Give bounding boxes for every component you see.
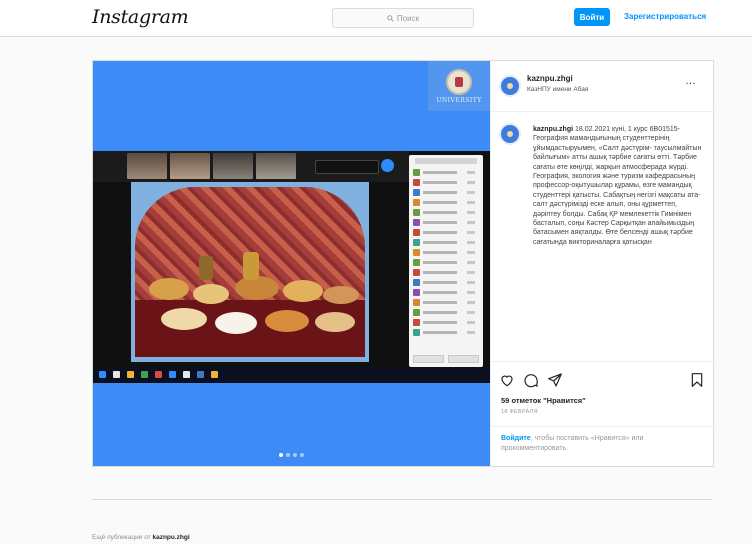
post-actions: 59 отметок "Нравится" 18 ФЕВРАЛЯ Войдите…: [491, 361, 714, 467]
instagram-logo[interactable]: Instagram: [92, 6, 189, 28]
participant-row: [413, 209, 479, 217]
caption-date: 18.02.2021: [575, 126, 611, 133]
participants-panel-buttons: [413, 355, 479, 363]
participant-row: [413, 289, 479, 297]
login-button[interactable]: Войти: [574, 8, 610, 26]
food-dish: [283, 280, 323, 302]
participant-row: [413, 189, 479, 197]
post-username[interactable]: kaznpu.zhgi: [527, 74, 573, 83]
shared-slide-image: [131, 182, 369, 362]
participant-video-thumbnail: [170, 153, 210, 179]
login-prompt: Войдите, чтобы поставить «Нравится» или …: [501, 434, 701, 454]
participants-panel: [409, 155, 483, 367]
participant-row: [413, 199, 479, 207]
participant-row: [413, 319, 479, 327]
divider: [491, 426, 714, 427]
section-divider: [92, 499, 712, 500]
post-media[interactable]: UNIVERSITY: [93, 61, 490, 466]
food-dish: [149, 278, 189, 300]
post-card: UNIVERSITY kaznpu.zhgi КазНПУ имени Абая…: [92, 60, 714, 467]
more-posts-username[interactable]: kaznpu.zhgi: [152, 534, 189, 541]
top-navigation-bar: Instagram Поиск Войти Зарегистрироваться: [0, 0, 752, 37]
zoom-logo-icon: [381, 159, 394, 172]
food-dish: [193, 284, 229, 304]
taskbar-app-icon: [141, 371, 148, 378]
bookmark-icon[interactable]: [689, 372, 705, 388]
university-seal-icon: [446, 68, 472, 95]
likes-number: 59: [501, 396, 510, 405]
taskbar-app-icon: [211, 371, 218, 378]
taskbar-app-icon: [197, 371, 204, 378]
taskbar-app-icon: [113, 371, 120, 378]
likes-count[interactable]: 59 отметок "Нравится": [501, 396, 586, 405]
taskbar-app-icon: [155, 371, 162, 378]
food-dish: [323, 286, 359, 304]
more-icon[interactable]: …: [685, 75, 697, 87]
teapot: [243, 252, 259, 280]
carousel-dot[interactable]: [293, 453, 297, 457]
register-link[interactable]: Зарегистрироваться: [624, 8, 706, 26]
participant-video-thumbnail: [213, 153, 253, 179]
caption-text: күні, 1 курс 6В01515-География мамандығы…: [533, 126, 702, 246]
food-dish: [161, 308, 207, 330]
windows-taskbar: [93, 367, 490, 383]
carousel-dot[interactable]: [300, 453, 304, 457]
participant-row: [413, 259, 479, 267]
post-sidebar: kaznpu.zhgi КазНПУ имени Абая … kaznpu.z…: [490, 61, 714, 466]
participant-row: [413, 219, 479, 227]
heart-icon[interactable]: [499, 372, 515, 388]
participant-row: [413, 309, 479, 317]
start-icon: [99, 371, 106, 378]
search-input[interactable]: Поиск: [332, 8, 474, 28]
participant-row: [413, 239, 479, 247]
post-caption: kaznpu.zhgi 18.02.2021 күні, 1 курс 6В01…: [533, 125, 705, 247]
food-dish: [265, 310, 309, 332]
post-timestamp[interactable]: 18 ФЕВРАЛЯ: [501, 409, 538, 415]
search-placeholder: Поиск: [396, 13, 420, 23]
post-location[interactable]: КазНПУ имени Абая: [527, 86, 588, 93]
more-posts-prefix: Ещё публикации от: [92, 534, 151, 541]
participant-row: [413, 179, 479, 187]
participant-row: [413, 229, 479, 237]
taskbar-app-icon: [183, 371, 190, 378]
carousel-dot[interactable]: [279, 453, 283, 457]
search-icon: [387, 14, 394, 22]
participant-video-thumbnail: [127, 153, 167, 179]
video-call-screenshot: [93, 151, 490, 383]
taskbar-app-icon: [169, 371, 176, 378]
participant-video-thumbnail: [256, 153, 296, 179]
comment-icon[interactable]: [523, 372, 539, 388]
carousel-dots: [279, 453, 304, 457]
participant-row: [413, 249, 479, 257]
carousel-dot[interactable]: [286, 453, 290, 457]
participant-row: [413, 169, 479, 177]
share-icon[interactable]: [547, 372, 563, 388]
login-prompt-link[interactable]: Войдите: [501, 435, 531, 442]
taskbar-app-icon: [127, 371, 134, 378]
likes-label: отметок "Нравится": [511, 396, 586, 405]
video-thumbnails-bar: [93, 151, 409, 182]
caption-username[interactable]: kaznpu.zhgi: [533, 126, 573, 133]
more-posts-heading: Ещё публикации от kaznpu.zhgi: [92, 534, 190, 541]
screen-share-indicator: [315, 160, 379, 174]
samovar: [199, 256, 213, 280]
food-dish: [315, 312, 355, 332]
caption-area: kaznpu.zhgi 18.02.2021 күні, 1 курс 6В01…: [491, 111, 714, 361]
participant-row: [413, 279, 479, 287]
food-dish: [215, 312, 257, 334]
participant-row: [413, 299, 479, 307]
avatar[interactable]: [499, 75, 521, 97]
post-header: kaznpu.zhgi КазНПУ имени Абая …: [491, 61, 714, 112]
participant-row: [413, 329, 479, 337]
food-dish: [235, 276, 279, 300]
university-label: UNIVERSITY: [436, 96, 482, 104]
participant-row: [413, 269, 479, 277]
university-logo: UNIVERSITY: [428, 61, 490, 111]
caption-avatar[interactable]: [499, 123, 521, 145]
participants-header: [415, 158, 477, 164]
